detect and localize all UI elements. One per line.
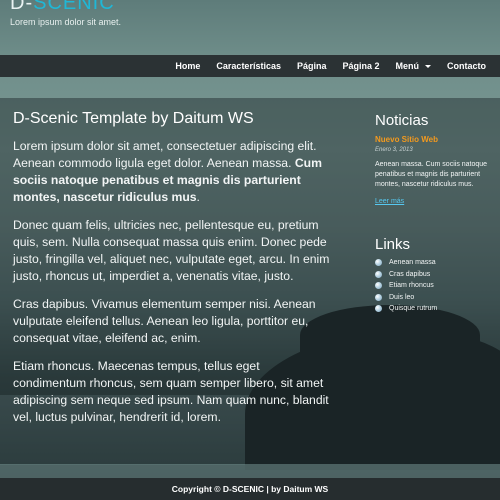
bullet-icon <box>375 293 382 301</box>
news-item-text: Aenean massa. Cum sociis natoque penatib… <box>375 161 488 188</box>
sidebar-link[interactable]: Aenean massa <box>375 259 493 266</box>
nav-item-caracteristicas[interactable]: Características <box>208 61 289 71</box>
read-more-link[interactable]: Leer más <box>375 198 404 205</box>
page-title: D-Scenic Template by Daitum WS <box>13 110 254 127</box>
content-panel: D-Scenic Template by Daitum WS Lorem ips… <box>0 98 500 464</box>
sidebar-link-label: Duis leo <box>389 293 415 301</box>
nav-items: Home Características Página Página 2 Men… <box>167 55 494 77</box>
nav-item-pagina[interactable]: Página <box>289 61 335 71</box>
sidebar-link[interactable]: Etiam rhoncus <box>375 282 493 289</box>
footer-copyright: Copyright © D-SCENIC | by Daitum WS <box>171 484 329 494</box>
sidebar-link-label: Aenean massa <box>389 259 436 266</box>
news-item-title[interactable]: Nuevo Sitio Web <box>375 135 493 144</box>
nav-item-menu[interactable]: Menú <box>388 61 440 71</box>
sidebar-link[interactable]: Quisque rutrum <box>375 305 493 312</box>
sidebar-link[interactable]: Cras dapibus <box>375 270 493 278</box>
news-item-date: Enero 3, 2013 <box>375 147 413 153</box>
news-heading: Noticias <box>375 112 429 129</box>
paragraph-1-end: . <box>196 190 200 204</box>
main-navbar: Home Características Página Página 2 Men… <box>0 55 500 77</box>
site-header: D-SCENIC Lorem ipsum dolor sit amet. <box>0 0 500 55</box>
site-logo[interactable]: D-SCENIC <box>10 0 115 15</box>
sidebar: Noticias Nuevo Sitio Web Enero 3, 2013 A… <box>375 112 493 317</box>
nav-item-contacto[interactable]: Contacto <box>439 61 494 71</box>
links-heading: Links <box>375 236 411 253</box>
logo-accent: SCENIC <box>33 0 115 14</box>
bullet-icon <box>375 270 382 278</box>
paragraph-1: Lorem ipsum dolor sit amet, consectetuer… <box>13 138 335 206</box>
links-list: Aenean massa Cras dapibus Etiam rhoncus … <box>375 259 493 312</box>
paragraph-1-text: Lorem ipsum dolor sit amet, consectetuer… <box>13 139 317 170</box>
bullet-icon <box>375 305 382 312</box>
main-article: D-Scenic Template by Daitum WS Lorem ips… <box>13 110 335 437</box>
caret-down-icon <box>425 64 431 68</box>
paragraph-4: Etiam rhoncus. Maecenas tempus, tellus e… <box>13 359 329 424</box>
paragraph-2: Donec quam felis, ultricies nec, pellent… <box>13 218 330 283</box>
logo-prefix: D- <box>10 0 34 14</box>
sidebar-link[interactable]: Duis leo <box>375 293 493 301</box>
nav-item-menu-label: Menú <box>395 61 420 71</box>
footer-band <box>0 464 500 478</box>
bullet-icon <box>375 259 382 266</box>
nav-item-pagina-2[interactable]: Página 2 <box>334 61 387 71</box>
sidebar-link-label: Etiam rhoncus <box>389 282 434 289</box>
nav-item-home[interactable]: Home <box>167 61 208 71</box>
sidebar-link-label: Cras dapibus <box>389 270 431 278</box>
site-footer: Copyright © D-SCENIC | by Daitum WS <box>0 478 500 500</box>
site-tagline: Lorem ipsum dolor sit amet. <box>10 17 122 27</box>
paragraph-3: Cras dapibus. Vivamus elementum semper n… <box>13 297 316 345</box>
sidebar-link-label: Quisque rutrum <box>389 305 438 312</box>
bullet-icon <box>375 282 382 289</box>
